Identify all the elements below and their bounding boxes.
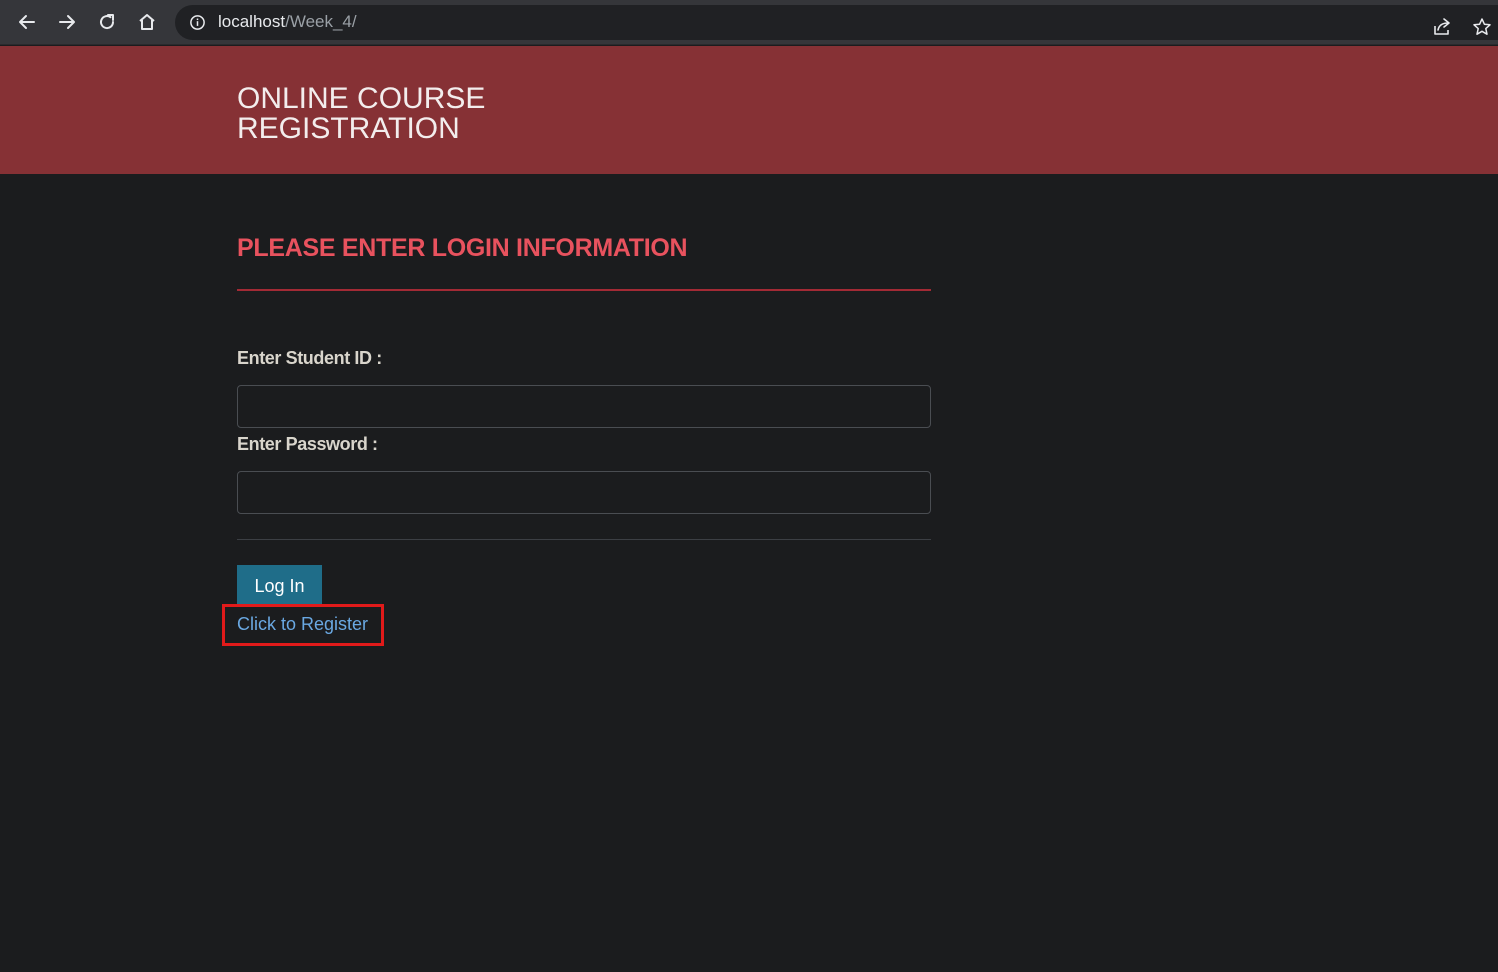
back-arrow-icon [19,15,35,29]
forward-arrow-icon [59,15,75,29]
url-host: localhost [218,12,286,31]
form-divider [237,539,931,540]
password-label: Enter Password : [237,434,378,454]
home-icon [139,14,155,30]
reload-button[interactable] [90,5,124,39]
site-info-icon[interactable] [189,14,206,31]
home-button[interactable] [130,5,164,39]
bookmark-star-icon[interactable] [1472,17,1492,37]
password-input[interactable] [237,471,931,514]
site-header: ONLINE COURSE REGISTRATION [0,46,1498,174]
url-text[interactable]: localhost/Week_4/ [218,12,357,32]
forward-button[interactable] [50,5,84,39]
url-path: /Week_4/ [285,12,357,31]
reload-icon [100,14,115,30]
browser-toolbar: localhost/Week_4/ [0,0,1498,45]
login-button[interactable]: Log In [237,565,322,606]
share-icon[interactable] [1432,17,1452,37]
site-title: ONLINE COURSE REGISTRATION [237,82,486,145]
back-button[interactable] [10,5,44,39]
register-link[interactable]: Click to Register [237,614,368,635]
heading-divider [237,289,931,291]
student-id-label: Enter Student ID : [237,348,382,368]
student-id-input[interactable] [237,385,931,428]
address-bar[interactable]: localhost/Week_4/ [175,5,1498,40]
form-heading: PLEASE ENTER LOGIN INFORMATION [237,234,688,262]
